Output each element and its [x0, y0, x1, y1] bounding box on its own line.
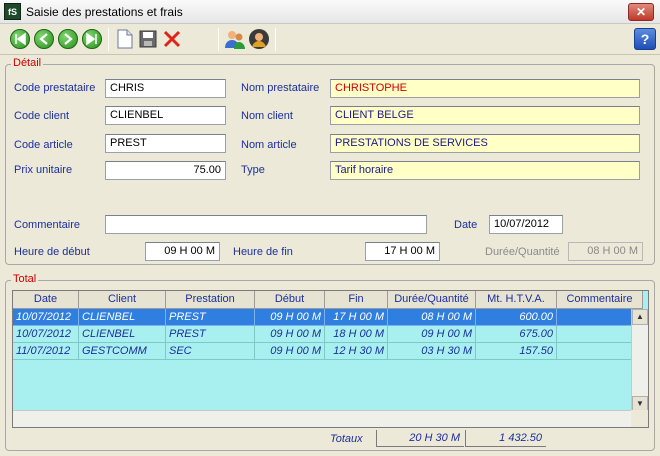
totaux-montant: 1 432.50 [465, 430, 546, 447]
save-icon [139, 30, 157, 48]
cell-montant: 157.50 [476, 343, 557, 360]
cell-prestation: PREST [166, 309, 255, 326]
cell-debut: 09 H 00 M [255, 326, 325, 343]
prix-unitaire-label: Prix unitaire [14, 164, 73, 176]
cell-debut: 09 H 00 M [255, 343, 325, 360]
toolbar-separator [275, 28, 276, 51]
cell-duree: 09 H 00 M [388, 326, 476, 343]
next-icon [58, 29, 78, 49]
cell-fin: 17 H 00 M [325, 309, 388, 326]
cell-duree: 03 H 30 M [388, 343, 476, 360]
nom-client-field: CLIENT BELGE [330, 106, 640, 125]
cell-fin: 18 H 00 M [325, 326, 388, 343]
cell-date: 10/07/2012 [13, 326, 79, 343]
users-button[interactable] [223, 27, 247, 51]
date-input[interactable]: 10/07/2012 [489, 215, 563, 234]
prix-unitaire-input[interactable]: 75.00 [105, 161, 226, 180]
last-icon [82, 29, 102, 49]
column-header-date[interactable]: Date [13, 291, 79, 309]
user-icon [249, 29, 269, 49]
previous-record-button[interactable] [32, 27, 56, 51]
scroll-up-icon[interactable]: ▲ [632, 309, 648, 325]
table-header: Date Client Prestation Début Fin Durée/Q… [13, 291, 643, 309]
type-field: Tarif horaire [330, 161, 640, 180]
delete-icon [163, 30, 181, 48]
column-header-montant[interactable]: Mt. H.T.V.A. [476, 291, 557, 309]
cell-montant: 600.00 [476, 309, 557, 326]
table-row[interactable]: 10/07/2012 CLIENBEL PREST 09 H 00 M 18 H… [13, 326, 643, 343]
close-button[interactable]: ✕ [628, 3, 654, 21]
totaux-duree: 20 H 30 M [376, 430, 464, 447]
type-label: Type [241, 164, 265, 176]
new-button[interactable] [113, 27, 137, 51]
table-row[interactable]: 11/07/2012 GESTCOMM SEC 09 H 00 M 12 H 3… [13, 343, 643, 360]
cell-client: CLIENBEL [79, 309, 166, 326]
code-client-label: Code client [14, 110, 70, 122]
nom-article-field: PRESTATIONS DE SERVICES [330, 134, 640, 153]
detail-group-label: Détail [11, 57, 44, 69]
scrollbar-corner [631, 410, 648, 427]
vertical-scrollbar[interactable]: ▲ ▼ [631, 309, 648, 412]
first-icon [10, 29, 30, 49]
column-header-client[interactable]: Client [79, 291, 166, 309]
window-title: Saisie des prestations et frais [26, 5, 183, 19]
toolbar: ? [0, 25, 660, 55]
prestations-table[interactable]: Date Client Prestation Début Fin Durée/Q… [12, 290, 649, 428]
heure-fin-label: Heure de fin [233, 246, 293, 258]
nom-client-label: Nom client [241, 110, 293, 122]
first-record-button[interactable] [8, 27, 32, 51]
help-icon: ? [640, 31, 650, 47]
nom-article-label: Nom article [241, 139, 297, 151]
cell-client: CLIENBEL [79, 326, 166, 343]
duree-label: Durée/Quantité [485, 246, 560, 258]
users-icon [225, 31, 245, 49]
save-button[interactable] [136, 27, 160, 51]
heure-fin-input[interactable]: 17 H 00 M [365, 242, 440, 261]
app-icon: fS [4, 3, 21, 20]
commentaire-input[interactable] [105, 215, 427, 234]
horizontal-scrollbar[interactable] [13, 410, 633, 427]
column-header-duree[interactable]: Durée/Quantité [388, 291, 476, 309]
cell-prestation: PREST [166, 326, 255, 343]
next-record-button[interactable] [56, 27, 80, 51]
nom-prestataire-label: Nom prestataire [241, 82, 320, 94]
column-header-prestation[interactable]: Prestation [166, 291, 255, 309]
last-record-button[interactable] [80, 27, 104, 51]
column-header-commentaire[interactable]: Commentaire [557, 291, 643, 309]
user-button[interactable] [247, 27, 271, 51]
total-group-label: Total [11, 273, 39, 285]
cell-date: 10/07/2012 [13, 309, 79, 326]
commentaire-label: Commentaire [14, 219, 81, 231]
code-article-input[interactable]: PREST [105, 134, 226, 153]
nom-prestataire-field: CHRISTOPHE [330, 79, 640, 98]
cell-prestation: SEC [166, 343, 255, 360]
code-prestataire-input[interactable]: CHRIS [105, 79, 226, 98]
new-document-icon [117, 29, 133, 49]
cell-montant: 675.00 [476, 326, 557, 343]
cell-fin: 12 H 30 M [325, 343, 388, 360]
heure-debut-input[interactable]: 09 H 00 M [145, 242, 220, 261]
totaux-label: Totaux [330, 433, 363, 445]
toolbar-separator [108, 28, 109, 51]
column-header-debut[interactable]: Début [255, 291, 325, 309]
help-button[interactable]: ? [634, 28, 656, 50]
column-header-fin[interactable]: Fin [325, 291, 388, 309]
cell-client: GESTCOMM [79, 343, 166, 360]
previous-icon [34, 29, 54, 49]
date-label: Date [454, 219, 478, 231]
table-row[interactable]: 10/07/2012 CLIENBEL PREST 09 H 00 M 17 H… [13, 309, 643, 326]
cell-date: 11/07/2012 [13, 343, 79, 360]
title-bar: fS Saisie des prestations et frais ✕ [0, 0, 660, 24]
toolbar-separator [218, 28, 219, 51]
cell-debut: 09 H 00 M [255, 309, 325, 326]
close-icon: ✕ [635, 5, 647, 19]
code-client-input[interactable]: CLIENBEL [105, 106, 226, 125]
duree-field: 08 H 00 M [568, 242, 643, 261]
cell-duree: 08 H 00 M [388, 309, 476, 326]
code-article-label: Code article [14, 139, 73, 151]
delete-button[interactable] [160, 27, 184, 51]
heure-debut-label: Heure de début [14, 246, 90, 258]
code-prestataire-label: Code prestataire [14, 82, 96, 94]
